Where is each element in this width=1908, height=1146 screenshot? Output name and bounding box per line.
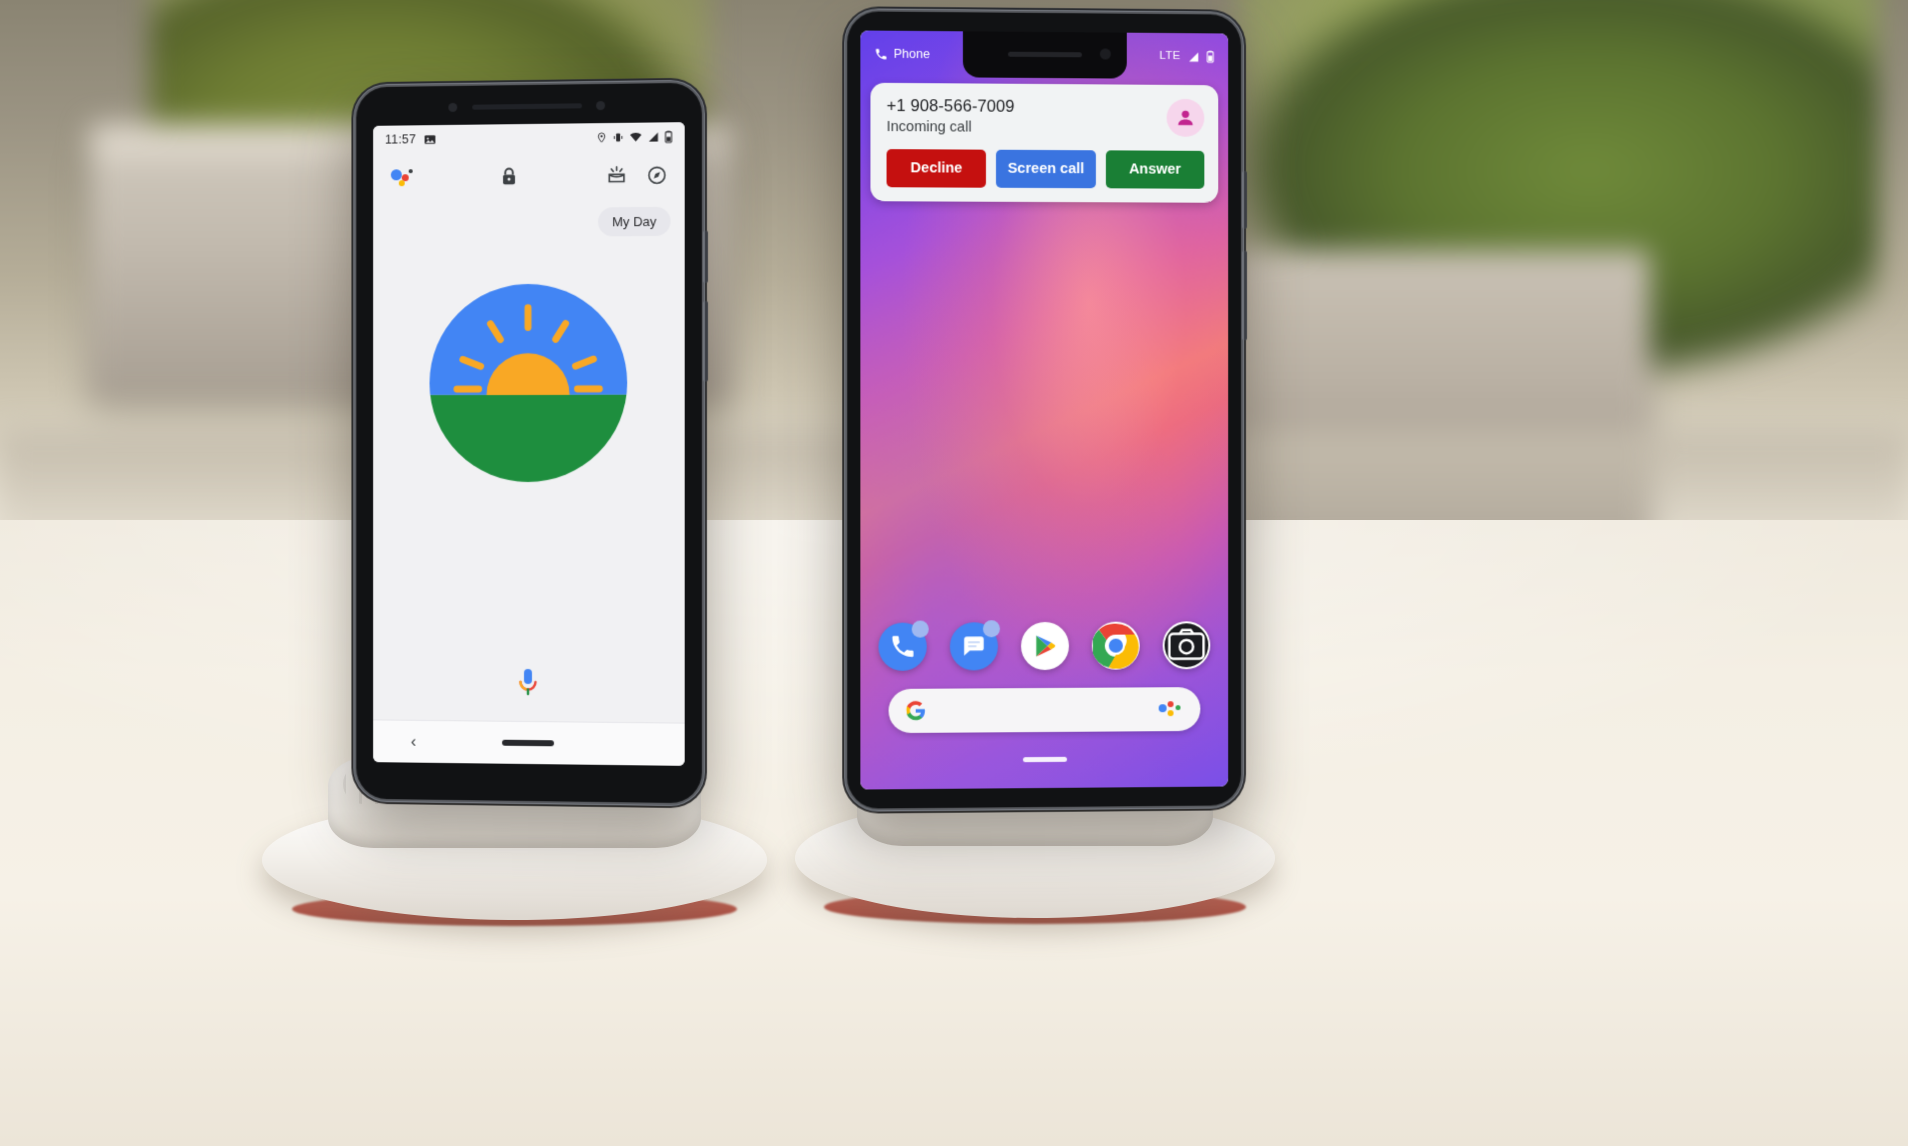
sunrise-illustration [430,283,628,483]
call-status-text: Incoming call [886,118,972,136]
assistant-dots-icon[interactable] [390,167,413,187]
caller-number: +1 908-566-7009 [886,96,1015,116]
left-status-bar: 11:57 [373,122,685,154]
assistant-header [373,152,685,199]
status-right-icons [596,130,673,144]
wifi-icon [630,132,642,142]
network-label: LTE [1159,49,1181,63]
notification-badge [982,620,1000,638]
messages-app-icon[interactable] [949,620,1000,671]
answer-button[interactable]: Answer [1105,150,1205,189]
front-camera-icon [448,102,458,112]
status-left-icons [424,133,437,146]
power-button[interactable] [702,230,708,283]
status-app-label-group: Phone [874,46,930,62]
explore-icon[interactable] [647,165,666,184]
photo-icon [424,134,436,144]
google-search-bar[interactable] [888,687,1201,734]
battery-icon [665,130,673,143]
back-button[interactable]: ‹ [411,732,417,752]
front-sensor-icon [596,101,606,111]
volume-button[interactable] [1242,250,1247,341]
decline-button[interactable]: Decline [886,149,987,188]
notification-badge [911,620,929,638]
product-photo-scene: 11:57 My Day ‹ Phone LTE +1 908-566-7009… [0,0,1908,1146]
snapshot-icon[interactable] [606,165,627,185]
status-time: 11:57 [384,132,416,147]
left-phone-device: 11:57 My Day ‹ [353,79,708,807]
right-phone-device: Phone LTE +1 908-566-7009 Incoming call … [844,8,1247,812]
right-status-bar: Phone LTE [860,30,1228,79]
left-phone-screen[interactable]: 11:57 My Day ‹ [373,122,685,766]
signal-icon [1189,51,1199,62]
earpiece-speaker [472,103,583,110]
incoming-call-notification[interactable]: +1 908-566-7009 Incoming call Decline Sc… [870,82,1219,203]
right-phone-screen[interactable]: Phone LTE +1 908-566-7009 Incoming call … [860,30,1229,790]
phone-app-icon[interactable] [878,620,929,671]
assistant-dots-icon[interactable] [1158,699,1185,719]
contact-avatar-icon [1166,98,1205,137]
assistant-mic-icon[interactable] [518,668,538,698]
power-button[interactable] [1242,171,1247,229]
my-day-chip[interactable]: My Day [598,206,671,237]
play-store-app-icon[interactable] [1021,621,1069,671]
camera-app-icon[interactable] [1162,621,1211,670]
chrome-app-icon[interactable] [1091,621,1140,670]
status-right-icons: LTE [1160,49,1215,62]
call-action-buttons: Decline Screen call Answer [886,149,1205,189]
battery-icon [1206,50,1214,63]
lock-icon[interactable] [500,166,518,186]
vibrate-icon [613,132,623,142]
signal-icon [648,131,658,142]
app-dock [860,620,1228,671]
home-pill[interactable] [502,739,554,747]
google-g-icon [906,700,925,721]
screen-call-button[interactable]: Screen call [996,149,1096,189]
volume-button[interactable] [702,301,708,382]
left-nav-bar: ‹ [373,719,685,766]
status-app-label: Phone [893,46,930,62]
home-pill[interactable] [1023,756,1067,763]
location-pin-icon [596,131,607,144]
phone-handset-icon [875,48,887,59]
